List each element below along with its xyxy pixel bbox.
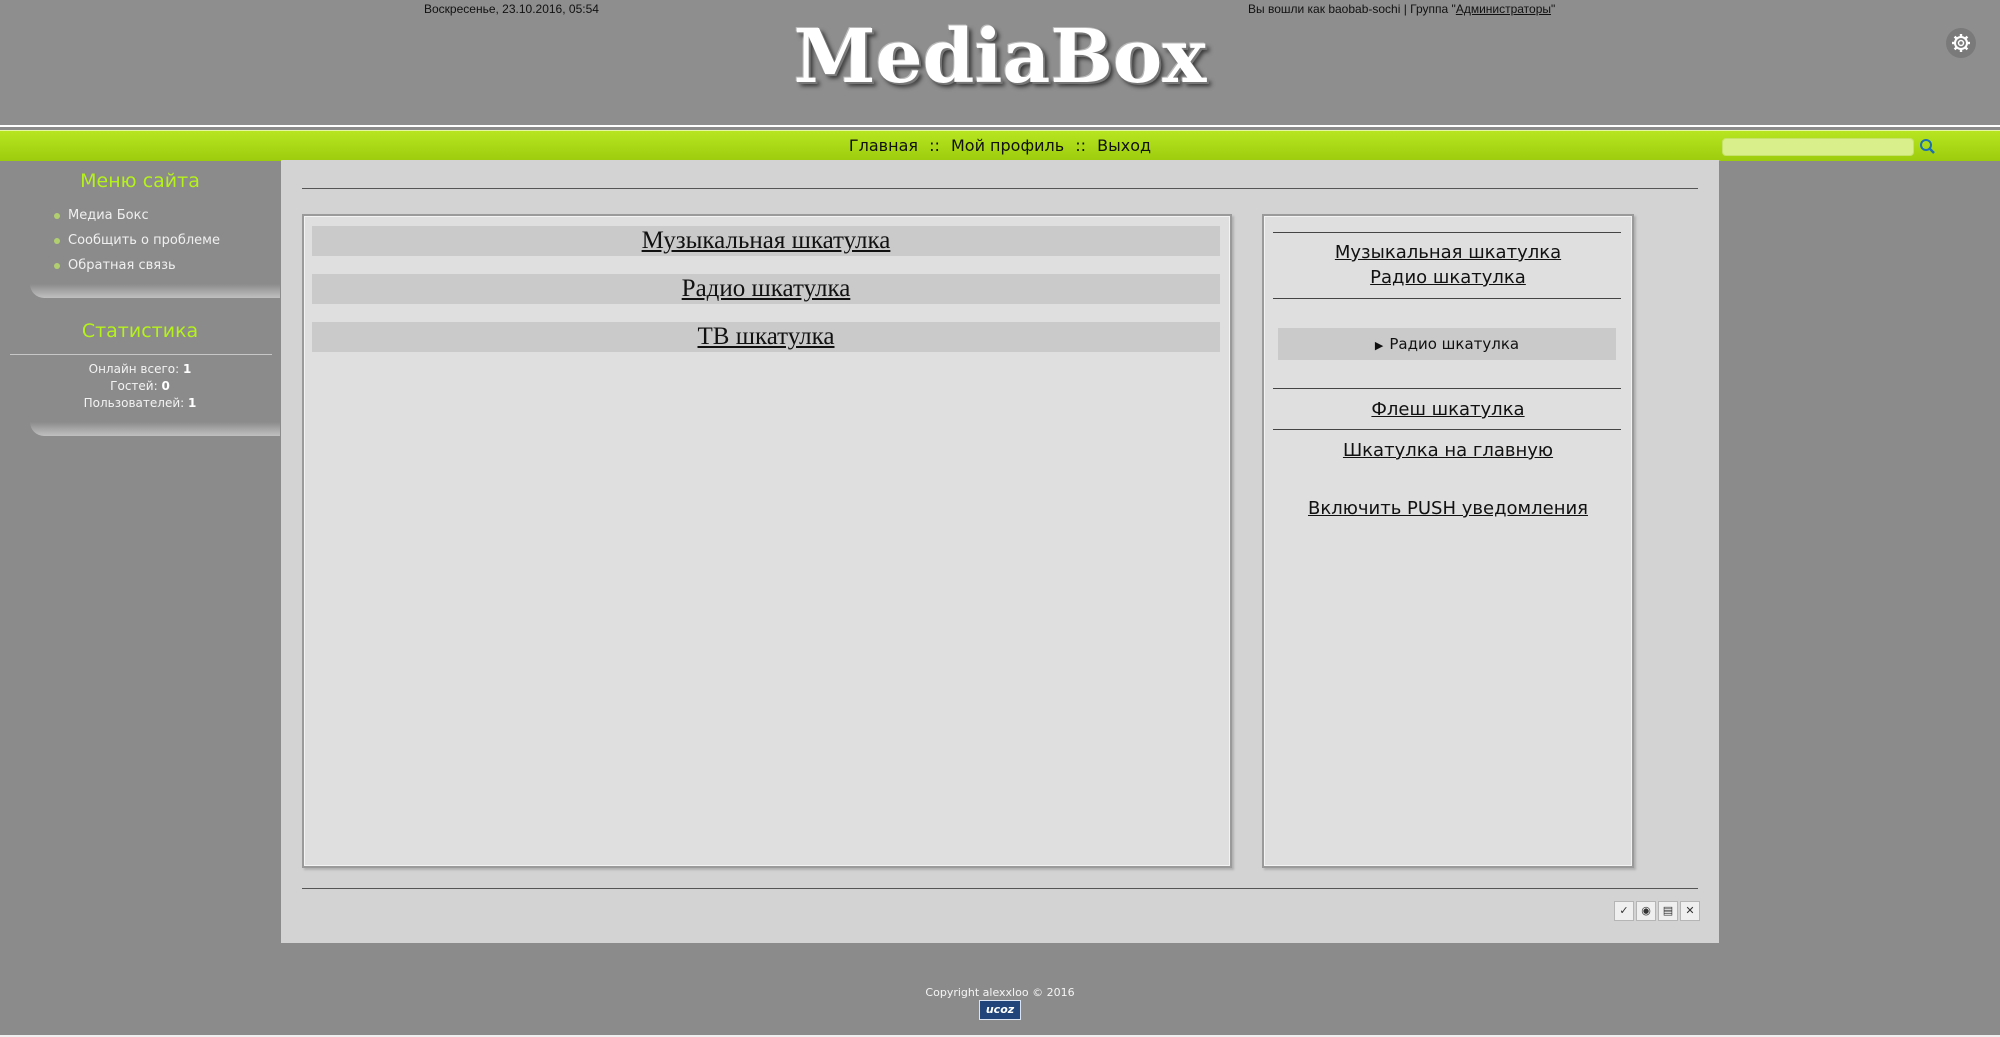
stats-divider [10,354,272,355]
content-divider-top [302,188,1698,189]
right-link-to-main[interactable]: Шкатулка на главную [1343,440,1553,461]
site-header: Воскресенье, 23.10.2016, 05:54 Вы вошли … [0,0,2000,127]
nav-home-link[interactable]: Главная [849,136,918,155]
right-divider [1273,388,1621,389]
search-input[interactable] [1722,138,1914,156]
check-icon[interactable]: ✓ [1614,901,1634,921]
right-link-flash[interactable]: Флеш шкатулка [1371,399,1524,420]
admin-tools: ✓ ◉ ▤ ✕ [1614,901,1700,921]
push-notifications-link[interactable]: Включить PUSH уведомления [1308,498,1588,519]
nav-profile-link[interactable]: Мой профиль [951,136,1064,155]
stat-label: Пользователей: [83,396,188,410]
search-icon[interactable] [1918,137,1938,157]
right-link-radio[interactable]: Радио шкатулка [1370,267,1526,288]
nav-links: Главная :: Мой профиль :: Выход [0,136,2000,155]
radio-expander-label: Радио шкатулка [1389,335,1520,353]
nav-separator: :: [1075,136,1087,155]
categories-panel [302,214,1232,868]
triangle-right-icon: ▶ [1374,339,1384,352]
radio-expander[interactable]: ▶ Радио шкатулка [1278,328,1616,360]
content-divider-bottom [302,888,1698,889]
category-row: ТВ шкатулка [312,322,1220,352]
stat-label: Онлайн всего: [88,362,183,376]
nav-logout-link[interactable]: Выход [1097,136,1151,155]
stat-value: 1 [182,362,192,376]
sidebar-item-mediabox[interactable]: Медиа Бокс [54,208,149,223]
right-link-radio-wrap: Радио шкатулка [1262,267,1634,288]
sidebar-item-report[interactable]: Сообщить о проблеме [54,233,220,248]
gear-icon[interactable] [1946,28,1976,58]
block-divider [30,284,280,298]
category-link-radio[interactable]: Радио шкатулка [682,275,851,302]
stat-value: 1 [187,396,197,410]
right-link-push-wrap: Включить PUSH уведомления [1262,498,1634,519]
nav-bar: Главная :: Мой профиль :: Выход [0,130,2000,161]
right-divider [1273,429,1621,430]
copyright-text: Copyright alexxloo © 2016 [925,986,1075,999]
eye-icon[interactable]: ◉ [1636,901,1656,921]
header-divider [0,125,2000,127]
right-link-music-wrap: Музыкальная шкатулка [1262,242,1634,263]
stat-online: Онлайн всего: 1 [0,362,280,376]
stats-title: Статистика [81,320,199,342]
category-link-music[interactable]: Музыкальная шкатулка [642,227,891,254]
nav-separator: :: [929,136,940,155]
right-divider [1273,232,1621,233]
block-divider [30,422,280,436]
right-link-main-wrap: Шкатулка на главную [1262,440,1634,461]
list-icon[interactable]: ▤ [1658,901,1678,921]
ucoz-badge[interactable]: ucoz [979,1000,1021,1020]
sidebar-item-feedback[interactable]: Обратная связь [54,258,176,273]
category-row: Музыкальная шкатулка [312,226,1220,256]
stat-value: 0 [161,379,170,393]
category-row: Радио шкатулка [312,274,1220,304]
category-link-tv[interactable]: ТВ шкатулка [698,323,835,350]
right-panel [1262,214,1634,868]
sidebar: Меню сайта Медиа Бокс Сообщить о проблем… [0,160,280,450]
stat-users: Пользователей: 1 [0,396,280,410]
right-divider [1273,298,1621,299]
stat-guests: Гостей: 0 [0,379,280,393]
right-link-music[interactable]: Музыкальная шкатулка [1335,242,1561,263]
site-logo[interactable]: MediaBox [0,14,2000,100]
stat-label: Гостей: [110,379,162,393]
right-link-flash-wrap: Флеш шкатулка [1262,399,1634,420]
menu-title: Меню сайта [80,170,200,192]
tools-icon[interactable]: ✕ [1680,901,1700,921]
